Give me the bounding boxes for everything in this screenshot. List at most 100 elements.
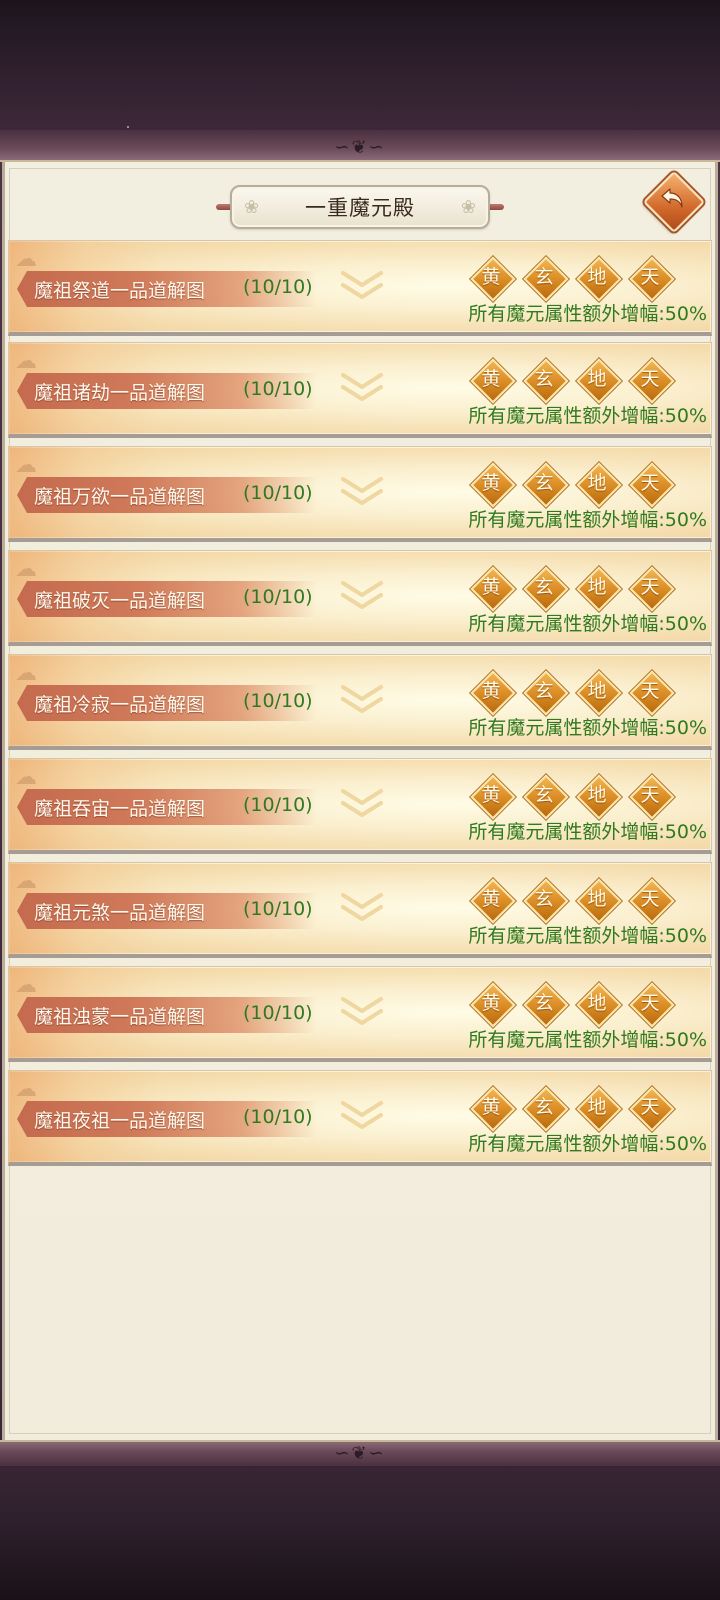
tier-badge: 天 [629,256,675,302]
tier-badge: 地 [576,1086,622,1132]
tier-badges: 黄 玄 地 天 [470,358,675,404]
tier-label: 天 [640,472,660,494]
tier-label: 地 [587,992,607,1014]
row-bonus: 所有魔元属性额外增幅:50% [468,1133,707,1155]
list-item[interactable]: ☁ 魔祖元煞一品道解图 (10/10) 黄 玄 地 天 所有魔元属性额外增幅:5… [8,862,712,958]
tier-badge: 地 [576,256,622,302]
background-star [127,126,129,128]
tier-label: 黄 [481,368,501,390]
list-item[interactable]: ☁ 魔祖浊蒙一品道解图 (10/10) 黄 玄 地 天 所有魔元属性额外增幅:5… [8,966,712,1062]
list-item[interactable]: ☁ 魔祖夜祖一品道解图 (10/10) 黄 玄 地 天 所有魔元属性额外增幅:5… [8,1070,712,1166]
tier-badges: 黄 玄 地 天 [470,670,675,716]
tier-label: 玄 [534,1096,554,1118]
row-progress: (10/10) [243,482,313,504]
tier-badge: 黄 [470,256,516,302]
tier-badge: 玄 [523,256,569,302]
chevron-down-icon[interactable] [339,683,385,717]
row-title: 魔祖吞宙一品道解图 [34,798,206,820]
row-progress: (10/10) [243,898,313,920]
tier-badge: 玄 [523,774,569,820]
bottom-frame: ∽❦∽ [0,1440,720,1466]
tier-badge: 天 [629,358,675,404]
tier-badges: 黄 玄 地 天 [470,774,675,820]
tier-badges: 黄 玄 地 天 [470,878,675,924]
chevron-down-icon[interactable] [339,787,385,821]
tier-badge: 天 [629,1086,675,1132]
cloud-swirl-icon: ☁ [15,973,37,998]
tier-badge: 玄 [523,462,569,508]
tier-badge: 天 [629,670,675,716]
row-title: 魔祖浊蒙一品道解图 [34,1006,206,1028]
tier-badge: 地 [576,566,622,612]
cloud-swirl-icon: ☁ [15,765,37,790]
tier-badge: 黄 [470,982,516,1028]
tier-badge: 黄 [470,358,516,404]
top-frame: ∽❦∽ [0,130,720,162]
tier-badge: 地 [576,878,622,924]
tier-badge: 黄 [470,878,516,924]
chevron-down-icon[interactable] [339,1099,385,1133]
tier-badge: 玄 [523,566,569,612]
title-plaque-body: ❀ 一重魔元殿 ❀ [230,185,490,229]
tier-badges: 黄 玄 地 天 [470,566,675,612]
list-item[interactable]: ☁ 魔祖诸劫一品道解图 (10/10) 黄 玄 地 天 所有魔元属性额外增幅:5… [8,342,712,438]
row-progress: (10/10) [243,690,313,712]
tier-badge: 黄 [470,1086,516,1132]
chevron-down-icon[interactable] [339,371,385,405]
title-swirl-left-icon: ❀ [244,197,260,218]
chevron-down-icon[interactable] [339,995,385,1029]
tier-badge: 天 [629,982,675,1028]
cloud-swirl-icon: ☁ [15,453,37,478]
tier-label: 玄 [534,576,554,598]
row-progress: (10/10) [243,276,313,298]
tier-badge: 玄 [523,1086,569,1132]
list-item[interactable]: ☁ 魔祖万欲一品道解图 (10/10) 黄 玄 地 天 所有魔元属性额外增幅:5… [8,446,712,542]
tier-label: 玄 [534,368,554,390]
row-bonus: 所有魔元属性额外增幅:50% [468,1029,707,1051]
tier-label: 地 [587,680,607,702]
list-item[interactable]: ☁ 魔祖破灭一品道解图 (10/10) 黄 玄 地 天 所有魔元属性额外增幅:5… [8,550,712,646]
row-progress: (10/10) [243,794,313,816]
row-progress: (10/10) [243,1002,313,1024]
bottom-frame-ornament-icon: ∽❦∽ [334,1443,386,1464]
tier-badge: 黄 [470,774,516,820]
row-bonus: 所有魔元属性额外增幅:50% [468,303,707,325]
row-bonus: 所有魔元属性额外增幅:50% [468,717,707,739]
row-bonus: 所有魔元属性额外增幅:50% [468,821,707,843]
tier-badge: 玄 [523,358,569,404]
tier-badge: 天 [629,566,675,612]
tier-badge: 黄 [470,566,516,612]
tier-label: 玄 [534,680,554,702]
tier-label: 黄 [481,992,501,1014]
chevron-down-icon[interactable] [339,579,385,613]
tier-badge: 天 [629,462,675,508]
chevron-down-icon[interactable] [339,891,385,925]
tier-label: 地 [587,266,607,288]
tier-badges: 黄 玄 地 天 [470,462,675,508]
tier-label: 地 [587,784,607,806]
chevron-down-icon[interactable] [339,475,385,509]
chevron-down-icon[interactable] [339,269,385,303]
tier-label: 黄 [481,576,501,598]
back-button[interactable] [642,170,706,234]
tier-label: 天 [640,576,660,598]
page-title: 一重魔元殿 [305,196,415,220]
tier-badge: 玄 [523,982,569,1028]
title-plaque: ❀ 一重魔元殿 ❀ [216,185,504,229]
list-item[interactable]: ☁ 魔祖祭道一品道解图 (10/10) 黄 玄 地 天 所有魔元属性额外增幅:5… [8,240,712,336]
title-swirl-right-icon: ❀ [460,197,476,218]
tier-label: 黄 [481,784,501,806]
list-item[interactable]: ☁ 魔祖冷寂一品道解图 (10/10) 黄 玄 地 天 所有魔元属性额外增幅:5… [8,654,712,750]
tier-label: 黄 [481,1096,501,1118]
cloud-swirl-icon: ☁ [15,557,37,582]
tier-badge: 玄 [523,670,569,716]
tier-label: 黄 [481,680,501,702]
tier-label: 地 [587,1096,607,1118]
tier-badge: 黄 [470,670,516,716]
tier-badges: 黄 玄 地 天 [470,256,675,302]
tier-badge: 地 [576,358,622,404]
list-item[interactable]: ☁ 魔祖吞宙一品道解图 (10/10) 黄 玄 地 天 所有魔元属性额外增幅:5… [8,758,712,854]
row-title: 魔祖破灭一品道解图 [34,590,206,612]
top-frame-ornament-icon: ∽❦∽ [334,137,386,158]
row-title: 魔祖元煞一品道解图 [34,902,206,924]
